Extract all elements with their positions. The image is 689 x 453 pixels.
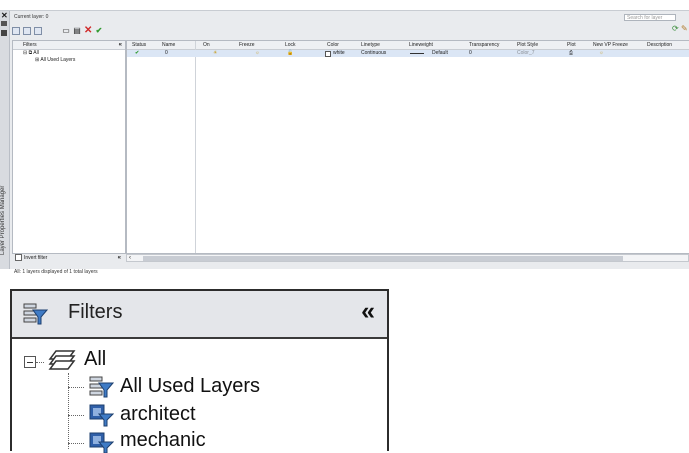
collapse-icon[interactable]: « — [119, 41, 122, 49]
tree-node-all-used-layers[interactable]: All Used Layers — [120, 375, 260, 398]
layer-transparency[interactable]: 0 — [469, 50, 472, 57]
tree-node-all-used-layers[interactable]: ⊞ All Used Layers — [13, 57, 125, 64]
plot-icon[interactable]: ⎙ — [569, 50, 573, 57]
freeze-icon[interactable]: ☼ — [255, 50, 260, 57]
settings-icon[interactable]: ✎ — [681, 24, 688, 33]
filter-icon — [23, 303, 48, 325]
tree-node-label: All — [33, 50, 39, 56]
lineweight-sample — [410, 53, 424, 54]
tree-connector — [68, 415, 84, 416]
scrollbar-thumb[interactable] — [143, 256, 623, 261]
tree-connector — [68, 373, 69, 449]
filters-title: Filters — [68, 301, 123, 323]
table-row[interactable]: ✔ 0 ☀ ☼ 🔓 white Continuous Default 0 Col… — [127, 50, 689, 57]
layer-plot-style: Color_7 — [517, 50, 535, 56]
auto-hide-icon[interactable] — [1, 21, 7, 26]
column-header-transparency[interactable]: Transparency — [469, 41, 499, 49]
color-swatch[interactable] — [325, 51, 331, 57]
layer-grid: Status Name On Freeze Lock Color Linetyp… — [126, 40, 689, 254]
column-header-name[interactable]: Name — [162, 41, 175, 49]
layer-lineweight[interactable]: Default — [432, 50, 448, 57]
tree-connector — [68, 443, 84, 444]
tree-node-architect[interactable]: architect — [120, 403, 196, 426]
column-header-color[interactable]: Color — [327, 41, 339, 49]
tree-node-all[interactable]: All — [84, 348, 106, 371]
new-vp-freeze-icon[interactable]: ☼ — [599, 50, 604, 57]
column-header-plot[interactable]: Plot — [567, 41, 576, 49]
filter-panel-header: Filters « — [12, 291, 387, 339]
filters-label: Filters — [23, 42, 37, 48]
new-vp-layer-icon[interactable]: ▤ — [73, 27, 81, 35]
layers-icon — [48, 350, 76, 370]
tree-connector — [68, 387, 84, 388]
column-header-lineweight[interactable]: Lineweight — [409, 41, 433, 49]
column-header-status[interactable]: Status — [132, 41, 146, 49]
new-layer-icon[interactable]: ▭ — [62, 27, 70, 35]
current-layer-label: Current layer: 0 — [14, 14, 49, 20]
invert-filter-row: Invert filter « — [12, 254, 124, 262]
tree-node-label: All Used Layers — [40, 57, 76, 63]
horizontal-scrollbar[interactable]: ‹ — [126, 254, 689, 262]
filter-icon — [89, 376, 114, 398]
filter-panel-zoom: Filters « All All Used Layers architect … — [10, 289, 389, 453]
column-header-on[interactable]: On — [203, 41, 210, 49]
set-current-icon[interactable]: ✔ — [95, 27, 103, 35]
layer-properties-manager: ✕ Layer Properties Manager Current layer… — [0, 10, 689, 275]
scroll-left-icon[interactable]: ‹ — [129, 255, 131, 262]
palette-title: Layer Properties Manager — [0, 185, 6, 255]
invert-filter-checkbox[interactable] — [15, 254, 22, 262]
group-filter-icon — [89, 432, 114, 453]
collapse-icon[interactable]: « — [361, 297, 375, 326]
column-header-plot-style[interactable]: Plot Style — [517, 41, 538, 49]
group-filter-icon — [89, 404, 114, 427]
column-header-freeze[interactable]: Freeze — [239, 41, 255, 49]
column-header-lock[interactable]: Lock — [285, 41, 296, 49]
layer-states-icon[interactable] — [34, 27, 42, 35]
collapse-node-icon[interactable] — [24, 356, 36, 368]
refresh-icon[interactable]: ⟳ — [672, 24, 679, 33]
filter-tree: Filters « ⊟ ⧉ All ⊞ All Used Layers — [12, 40, 126, 254]
filter-tree-header: Filters « — [13, 41, 125, 50]
layers-icon: ⊟ ⧉ — [23, 50, 34, 56]
column-header-new-vp-freeze[interactable]: New VP Freeze — [593, 41, 628, 49]
palette-side-bar: ✕ Layer Properties Manager — [0, 11, 10, 269]
grid-header: Status Name On Freeze Lock Color Linetyp… — [127, 41, 689, 50]
current-layer-icon: ✔ — [135, 50, 140, 56]
search-input[interactable]: Search for layer — [624, 14, 676, 21]
tree-node-mechanic[interactable]: mechanic — [120, 429, 206, 452]
new-property-filter-icon[interactable] — [12, 27, 20, 35]
column-header-description[interactable]: Description — [647, 41, 672, 49]
lock-icon[interactable]: 🔓 — [287, 50, 293, 57]
layer-linetype[interactable]: Continuous — [361, 50, 386, 57]
tree-node-all[interactable]: ⊟ ⧉ All — [13, 50, 125, 57]
delete-layer-icon[interactable]: ✕ — [84, 26, 92, 36]
properties-icon[interactable] — [1, 30, 7, 36]
invert-filter-label: Invert filter — [24, 255, 48, 261]
on-icon[interactable]: ☀ — [213, 50, 217, 57]
collapse-icon[interactable]: « — [118, 254, 121, 262]
column-header-linetype[interactable]: Linetype — [361, 41, 380, 49]
new-group-filter-icon[interactable] — [23, 27, 31, 35]
toolbar: ▭ ▤ ✕ ✔ — [12, 26, 103, 36]
layer-color[interactable]: white — [333, 50, 345, 57]
layer-name[interactable]: 0 — [165, 50, 168, 57]
column-divider — [195, 41, 196, 253]
status-bar: All: 1 layers displayed of 1 total layer… — [14, 269, 98, 275]
tree-connector — [36, 362, 44, 363]
close-icon[interactable]: ✕ — [1, 11, 8, 20]
